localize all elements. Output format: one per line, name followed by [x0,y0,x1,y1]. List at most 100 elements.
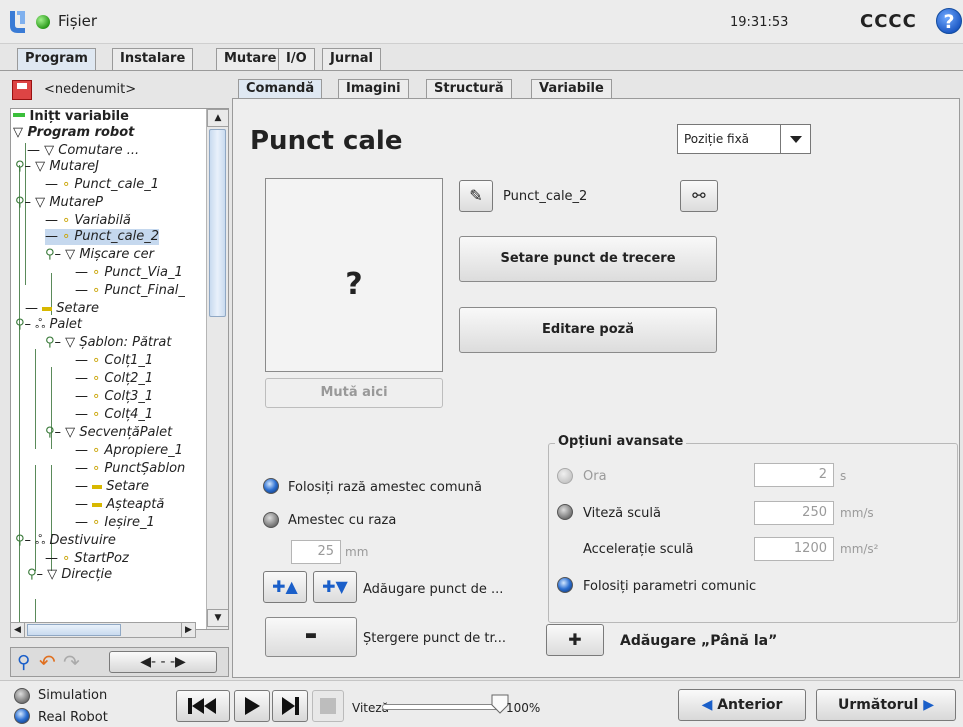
tree-item-via-point[interactable]: — ∘ Punct_Via_1 [75,265,183,281]
next-label: Următorul [838,697,919,713]
tree-item-approach[interactable]: — ∘ Apropiere_1 [75,443,183,459]
tab-command[interactable]: Comandă [238,79,323,99]
shared-params-radio[interactable] [557,577,573,593]
tab-graphics[interactable]: Imagini [338,79,409,99]
clock: 19:31:53 [730,15,789,30]
waypoint-type-select[interactable]: Poziție fixă [677,124,811,154]
real-robot-radio[interactable] [14,708,30,724]
tree-item-corner-1[interactable]: — ∘ Colț1_1 [75,353,153,369]
tool-speed-label: Viteză sculă [583,506,661,521]
tree-item-circle-move[interactable]: ⚲– ▽ Mișcare cer [45,247,154,263]
tab-io[interactable]: I/O [278,48,315,70]
tool-accel-input[interactable]: 1200 [754,537,834,561]
blend-radius-label: Amestec cu raza [288,513,397,528]
tree-item-destack[interactable]: ⚲– ஃ Destivuire [15,533,116,549]
speed-slider[interactable] [382,704,500,710]
tree-item-set[interactable]: — Setare [25,301,99,317]
pencil-icon: ✎ [469,186,483,205]
tree-item-variable[interactable]: — ∘ Variabilă [45,213,131,229]
move-here-button[interactable]: Mută aici [265,378,443,408]
tree-item-pallet-sequence[interactable]: ⚲– ▽ SecvențăPalet [45,425,172,441]
tool-speed-radio[interactable] [557,504,573,520]
tool-speed-unit: mm/s [840,506,874,520]
chevron-down-icon[interactable] [780,125,810,153]
next-button[interactable]: Următorul ▶ [816,689,956,721]
tree-item-movej[interactable]: ⚲– ▽ MutareJ [15,159,99,175]
program-filename: <nedenumit> [44,82,137,97]
undo-icon[interactable]: ↶ [39,650,56,674]
tree-horizontal-scrollbar[interactable]: ◀ ▶ [10,622,196,638]
play-button[interactable] [234,690,270,722]
tree-item-wait[interactable]: — Așteaptă [75,497,164,513]
advanced-options-group [548,443,958,623]
tab-installation[interactable]: Instalare [112,48,194,70]
add-until-label: Adăugare „Până la” [620,633,778,649]
tree-item-direction[interactable]: ⚲– ▽ Direcție [27,567,112,583]
file-menu[interactable]: Fișier [58,12,97,30]
skip-back-button[interactable] [176,690,230,722]
previous-button[interactable]: ◀ Anterior [678,689,806,721]
shared-blend-radio[interactable] [263,478,279,494]
redo-icon[interactable]: ↷ [63,650,80,674]
add-waypoint-label: Adăugare punct de ... [363,582,504,597]
program-tree[interactable]: Inițt variabile ▽ Program robot — ▽ Comu… [10,108,229,630]
save-icon[interactable] [12,80,32,100]
tree-item-pattern[interactable]: ⚲– ▽ Șablon: Pătrat [45,335,171,351]
blend-radius-unit: mm [345,545,369,559]
tree-item-waypoint-2[interactable]: — ∘ Punct_cale_2 [45,229,159,245]
arrow-left-icon: ◀ [701,697,713,713]
set-waypoint-button[interactable]: Setare punct de trecere [459,236,717,282]
scroll-down-icon[interactable]: ▼ [207,609,228,627]
scroll-up-icon[interactable]: ▲ [207,109,228,127]
blend-radius-input[interactable]: 25 [291,540,341,564]
hscroll-thumb[interactable] [27,624,121,636]
waypoint-preview: ? [265,178,443,372]
time-radio[interactable] [557,468,573,484]
tree-item-exit[interactable]: — ∘ Ieșire_1 [75,515,155,531]
tree-item-final-point[interactable]: — ∘ Punct_Final_ [75,283,185,299]
tool-accel-label: Accelerație sculă [583,542,694,557]
tree-vertical-scrollbar[interactable]: ▲ ▼ [206,109,228,629]
edit-name-button[interactable]: ✎ [459,180,493,212]
search-icon[interactable]: ⚲ [17,652,30,673]
tree-item-pallet[interactable]: ⚲– ஃ Palet [15,317,82,333]
scroll-thumb[interactable] [209,129,226,317]
shared-blend-label: Folosiți rază amestec comună [288,480,482,495]
blend-radius-radio[interactable] [263,512,279,528]
simulation-radio[interactable] [14,688,30,704]
tree-item-waypoint-1[interactable]: — ∘ Punct_cale_1 [45,177,159,193]
step-forward-button[interactable] [272,690,308,722]
tree-item-switch[interactable]: — ▽ Comutare ... [27,143,139,159]
edit-pose-button[interactable]: Editare poză [459,307,717,353]
tab-program[interactable]: Program [17,48,96,71]
scroll-right-icon[interactable]: ▶ [181,623,195,637]
add-until-button[interactable]: ✚ [546,624,604,656]
delete-waypoint-button[interactable]: ▬ [265,617,357,657]
advanced-options-title: Opțiuni avansate [555,434,687,449]
tab-move[interactable]: Mutare [216,48,285,70]
scroll-left-icon[interactable]: ◀ [11,623,25,637]
add-before-button[interactable]: ✚▲ [263,571,307,603]
tree-item-movep[interactable]: ⚲– ▽ MutareP [15,195,103,211]
shared-params-label: Folosiți parametri comunic [583,579,757,594]
skip-back-icon [188,698,216,714]
drag-move-icon[interactable]: ◀- - -▶ [109,651,217,673]
tree-item-set-2[interactable]: — Setare [75,479,149,495]
time-input[interactable]: 2 [754,463,834,487]
tree-item-start-pos[interactable]: — ∘ StartPoz [45,551,129,567]
tab-variables[interactable]: Variabile [531,79,612,99]
tab-structure[interactable]: Structură [426,79,512,99]
link-button[interactable]: ⚯ [680,180,718,212]
tree-item-corner-2[interactable]: — ∘ Colț2_1 [75,371,153,387]
add-after-button[interactable]: ✚▼ [313,571,357,603]
tree-item-pattern-point[interactable]: — ∘ PunctȘablon [75,461,185,477]
tree-item-corner-3[interactable]: — ∘ Colț3_1 [75,389,153,405]
plus-icon: ✚ [568,630,582,649]
tree-item-robot-program[interactable]: ▽ Program robot [13,125,134,141]
tree-item-corner-4[interactable]: — ∘ Colț4_1 [75,407,153,423]
tab-log[interactable]: Jurnal [322,48,381,70]
tree-item-init-vars[interactable]: Inițt variabile [13,109,129,125]
tool-speed-input[interactable]: 250 [754,501,834,525]
help-icon[interactable]: ? [936,8,962,34]
stop-button[interactable] [312,690,344,722]
